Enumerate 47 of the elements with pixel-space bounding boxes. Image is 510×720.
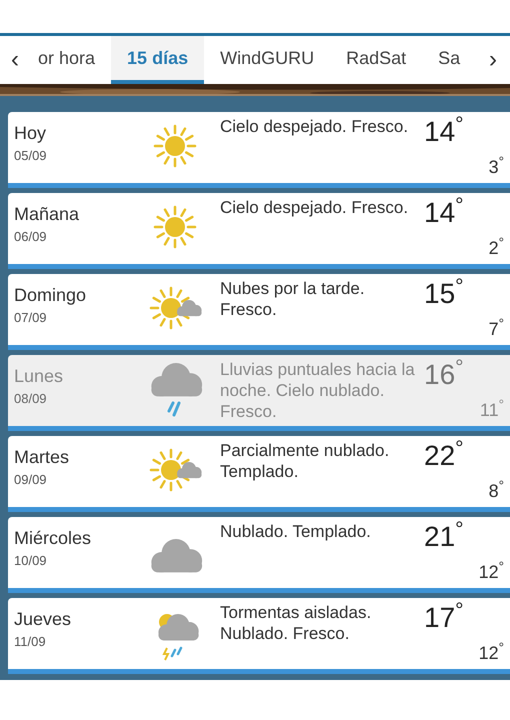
forecast-row[interactable]: Martes 09/09 Parcialmente nublado. Templado. 22$^{°}$ 8$^{°}$ [8, 436, 510, 512]
day-name: Jueves [14, 608, 72, 630]
day-date: 09/09 [14, 471, 48, 489]
forecast-row[interactable]: Miércoles 10/09 Nublado. Templado. 21$^{°}$ 12$^{°}$ [8, 517, 510, 593]
weather-summary: Tormentas aisladas. Nublado. Fresco. [220, 602, 372, 645]
weather-summary: Cielo despejado. Fresco. [220, 116, 410, 138]
forecast-row[interactable]: Domingo 07/09 Nubes por la tarde. Fresco. 15$^{°}$ 7$^{°}$ [8, 274, 510, 350]
day-name: Lunes [14, 365, 64, 387]
weather-summary: Nubes por la tarde. Fresco. [220, 278, 366, 321]
max-temperature: 14$^{°}$ [423, 193, 465, 229]
day-date: 06/09 [14, 228, 48, 246]
forecast-row[interactable]: Jueves 11/09 Tormentas aisladas. Nublado. Fresco. 17$^{°}$ 12$^{°}$ [8, 598, 510, 674]
max-temperature: 15$^{°}$ [423, 274, 465, 310]
day-name: Domingo [14, 284, 88, 306]
max-temperature: 17$^{°}$ [423, 598, 465, 634]
max-temperature: 21$^{°}$ [423, 517, 465, 553]
day-name: Martes [14, 446, 70, 468]
min-temperature: 12$^{°}$ [478, 559, 504, 584]
forecast-row[interactable]: Lunes 08/09 Lluvias puntuales hacia la noche. Cielo nublado. Fresco. 16$^{°}$ 11$^{°}$ [8, 355, 510, 431]
day-date: 07/09 [14, 309, 48, 327]
min-temperature: 12$^{°}$ [478, 640, 504, 665]
weather-summary: Parcialmente nublado. Templado. [220, 440, 390, 483]
weather-summary: Lluvias puntuales hacia la noche. Cielo nublado. Fresco. [220, 359, 416, 423]
max-temperature: 16$^{°}$ [423, 355, 465, 391]
day-name: Miércoles [14, 527, 92, 549]
day-name: Hoy [14, 122, 48, 144]
tab[interactable]: RadSat [330, 36, 422, 84]
day-date: 08/09 [14, 390, 48, 408]
min-temperature: 8$^{°}$ [488, 478, 504, 503]
forecast-row[interactable]: Hoy 05/09 Cielo despejado. Fresco. 14$^{°}$ 3$^{°}$ [8, 112, 510, 188]
day-name: Mañana [14, 203, 80, 225]
day-date: 05/09 [14, 147, 48, 165]
day-date: 11/09 [14, 633, 47, 651]
tab[interactable]: Sa [422, 36, 476, 84]
day-date: 10/09 [14, 552, 48, 570]
weather-summary: Nublado. Templado. [220, 521, 372, 543]
tab[interactable]: 15 días [111, 36, 204, 84]
forecast-row[interactable]: Mañana 06/09 Cielo despejado. Fresco. 14$^{°}$ 2$^{°}$ [8, 193, 510, 269]
min-temperature: 2$^{°}$ [488, 235, 504, 260]
weather-summary: Cielo despejado. Fresco. [220, 197, 410, 219]
min-temperature: 3$^{°}$ [488, 154, 504, 179]
tab[interactable]: or hora [22, 36, 112, 84]
min-temperature: 11$^{°}$ [480, 397, 504, 422]
max-temperature: 22$^{°}$ [423, 436, 465, 472]
min-temperature: 7$^{°}$ [488, 316, 504, 341]
max-temperature: 14$^{°}$ [423, 112, 465, 148]
tab[interactable]: WindGURU [204, 36, 330, 84]
